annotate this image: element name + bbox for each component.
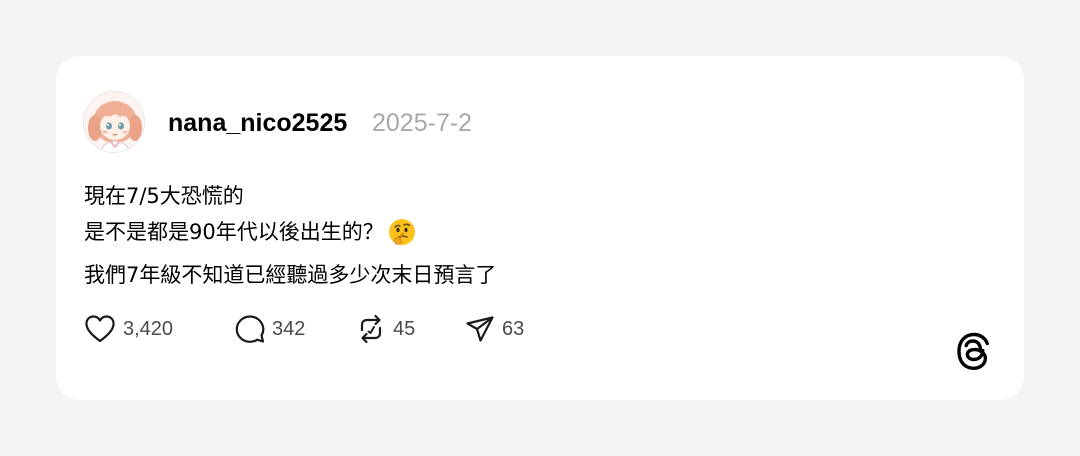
avatar-illustration xyxy=(84,92,144,152)
post-date[interactable]: 2025-7-2 xyxy=(372,108,472,138)
share-count: 63 xyxy=(502,317,525,340)
post-line: 我們7年級不知道已經聽過多少次末日預言了 xyxy=(84,263,497,287)
thinking-face-emoji-icon xyxy=(388,218,416,257)
comment-bubble-icon xyxy=(235,315,265,343)
repost-count: 45 xyxy=(393,317,416,340)
share-button[interactable]: 63 xyxy=(464,313,524,345)
like-count: 3,420 xyxy=(123,317,174,340)
post-body: 現在7/5大恐慌的 是不是都是90年代以後出生的？ 我們7年級不知道已經聽過多少… xyxy=(84,178,984,293)
comment-count: 342 xyxy=(272,317,306,340)
avatar[interactable] xyxy=(83,91,145,153)
post-card: nana_nico2525 2025-7-2 現在7/5大恐慌的 是不是都是90… xyxy=(56,56,1024,400)
comment-button[interactable]: 342 xyxy=(234,313,305,345)
repost-button[interactable]: 45 xyxy=(355,313,415,345)
post-line-with-emoji: 是不是都是90年代以後出生的？ xyxy=(84,214,984,257)
threads-logo-icon[interactable] xyxy=(954,330,994,372)
post-line-text: 是不是都是90年代以後出生的？ xyxy=(84,220,384,244)
username[interactable]: nana_nico2525 xyxy=(168,108,347,138)
like-button[interactable]: 3,420 xyxy=(83,313,173,345)
heart-icon xyxy=(85,315,115,343)
post-line: 現在7/5大恐慌的 xyxy=(84,184,244,208)
repost-icon xyxy=(360,314,382,344)
send-icon xyxy=(466,316,494,342)
